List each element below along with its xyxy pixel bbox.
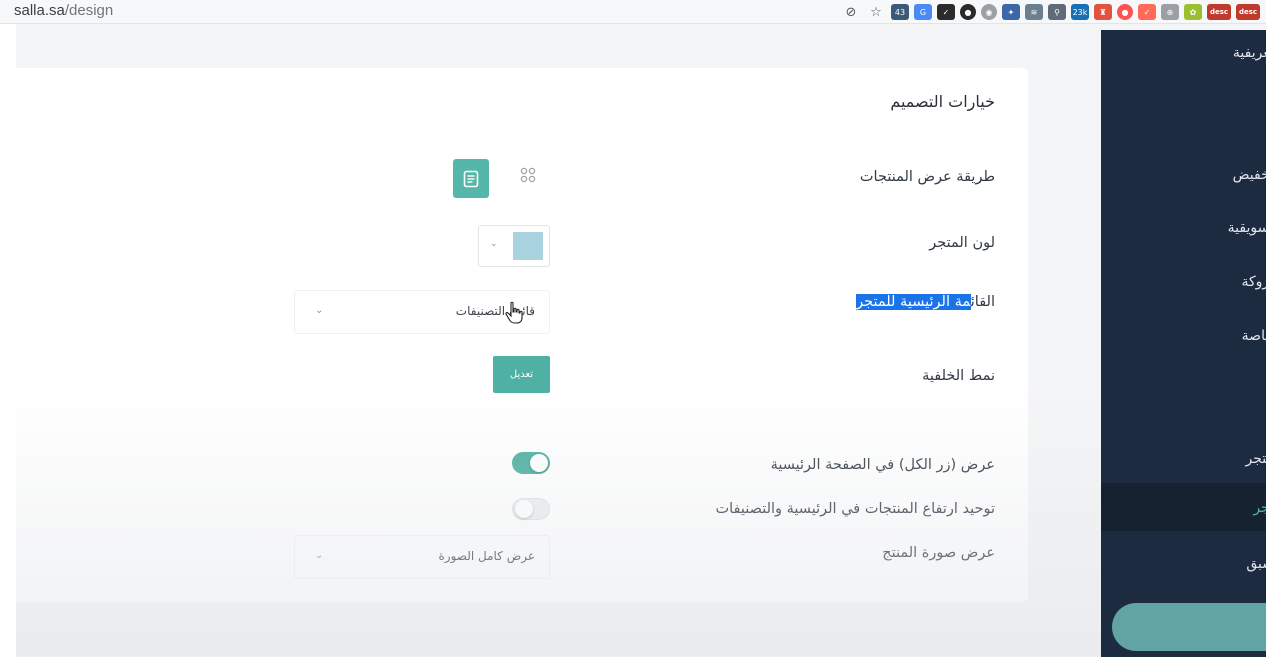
chevron-down-icon: ⌄ [315,550,324,561]
eye-off-icon[interactable]: ⊘ [841,2,861,22]
unify-height-toggle[interactable] [512,498,550,520]
product-image-select-value: عرض كامل الصورة [438,549,535,563]
product-image-select[interactable]: عرض كامل الصورة ⌄ [294,535,550,579]
desc-extension-icon[interactable]: desc [1236,4,1260,20]
product-image-label: عرض صورة المنتج [882,545,995,561]
sidebar-item-1[interactable]: تخفيض [1233,167,1266,183]
toggle-knob [530,454,548,472]
url-path: /design [64,2,114,19]
main-menu-label: القائمة الرئيسية للمتجر [856,294,995,310]
extension-badge-43[interactable]: 43 [891,4,909,20]
extension-badge-23k[interactable]: 23k [1071,4,1089,20]
extension-toolbar: ⊘ ☆ 43 G ✓ ● ◉ ✦ ≋ ⚲ 23k ♜ ● ✓ ⊕ ✿ desc desc [841,2,1260,22]
extension-lighthouse-icon[interactable]: ♜ [1094,4,1112,20]
chevron-down-icon: ⌄ [315,305,324,316]
extension-dark-circle-icon[interactable]: ● [960,4,976,20]
selected-text-highlight: مة الرئيسية للمتجر [856,294,971,310]
translate-extension-icon[interactable]: G [914,4,932,20]
design-options-card [16,68,1028,602]
grid-view-button[interactable] [513,160,543,190]
browser-address-bar[interactable]: salla.sa/design ⊘ ☆ 43 G ✓ ● ◉ ✦ ≋ ⚲ 23k ♜ ● ✓ ⊕ ✿ desc d… [0,0,1266,24]
extension-grey-circle-icon[interactable]: ◉ [981,4,997,20]
rss-extension-icon[interactable]: ≋ [1025,4,1043,20]
sidebar-item-2[interactable]: تسويقية [1228,220,1266,236]
display-method-label: طريقة عرض المنتجات [859,169,995,185]
sidebar-item-active[interactable]: تجر [1101,483,1266,531]
star-icon[interactable]: ☆ [866,2,886,22]
extension-red-circle-icon[interactable]: ● [1117,4,1133,20]
sidebar-item-3[interactable]: بروكة [1241,274,1266,290]
hand-cursor-icon [505,301,523,324]
pocket-extension-icon[interactable]: ✓ [937,4,955,20]
sidebar-item-7[interactable]: سبق [1246,556,1266,572]
main-menu-label-text: القائ [970,294,995,310]
desc-extension-icon[interactable]: desc [1207,4,1231,20]
list-view-button[interactable] [453,159,489,198]
sidebar-item-4[interactable]: خاصة [1242,328,1266,344]
show-all-toggle[interactable] [512,452,550,474]
store-color-picker[interactable]: ⌄ [478,225,550,267]
extension-spark-icon[interactable]: ✦ [1002,4,1020,20]
toggle-knob [515,500,533,518]
background-style-label: نمط الخلفية [922,368,995,384]
sidebar-item-6: تجر [1253,500,1266,516]
design-page: خيارات التصميم طريقة عرض المنتجات لون ال… [16,30,1101,657]
section-title: خيارات التصميم [890,92,995,111]
sidebar-cta-button[interactable] [1112,603,1266,651]
left-gutter [0,24,16,657]
link-extension-icon[interactable]: ⚲ [1048,4,1066,20]
url-domain: salla.sa [14,2,65,19]
grid-icon [520,167,536,183]
dashboard-sidebar: تعريفية تخفيض تسويقية بروكة خاصة متجر تج… [1101,30,1266,657]
list-icon [463,170,479,187]
globe-extension-icon[interactable]: ⊕ [1161,4,1179,20]
url-text[interactable]: salla.sa/design [14,2,113,19]
sidebar-item-5[interactable]: متجر [1246,451,1266,467]
store-color-label: لون المتجر [929,235,995,251]
unify-height-label: توحيد ارتفاع المنتجات في الرئيسية والتصن… [715,501,995,517]
edit-background-button[interactable]: تعديل [493,356,550,393]
sidebar-item-0[interactable]: تعريفية [1233,45,1266,61]
extension-flower-icon[interactable]: ✿ [1184,4,1202,20]
extension-red-check-icon[interactable]: ✓ [1138,4,1156,20]
color-swatch [513,232,543,260]
show-all-button-label: عرض (زر الكل) في الصفحة الرئيسية [770,457,995,473]
chevron-down-icon: ⌄ [490,239,498,249]
